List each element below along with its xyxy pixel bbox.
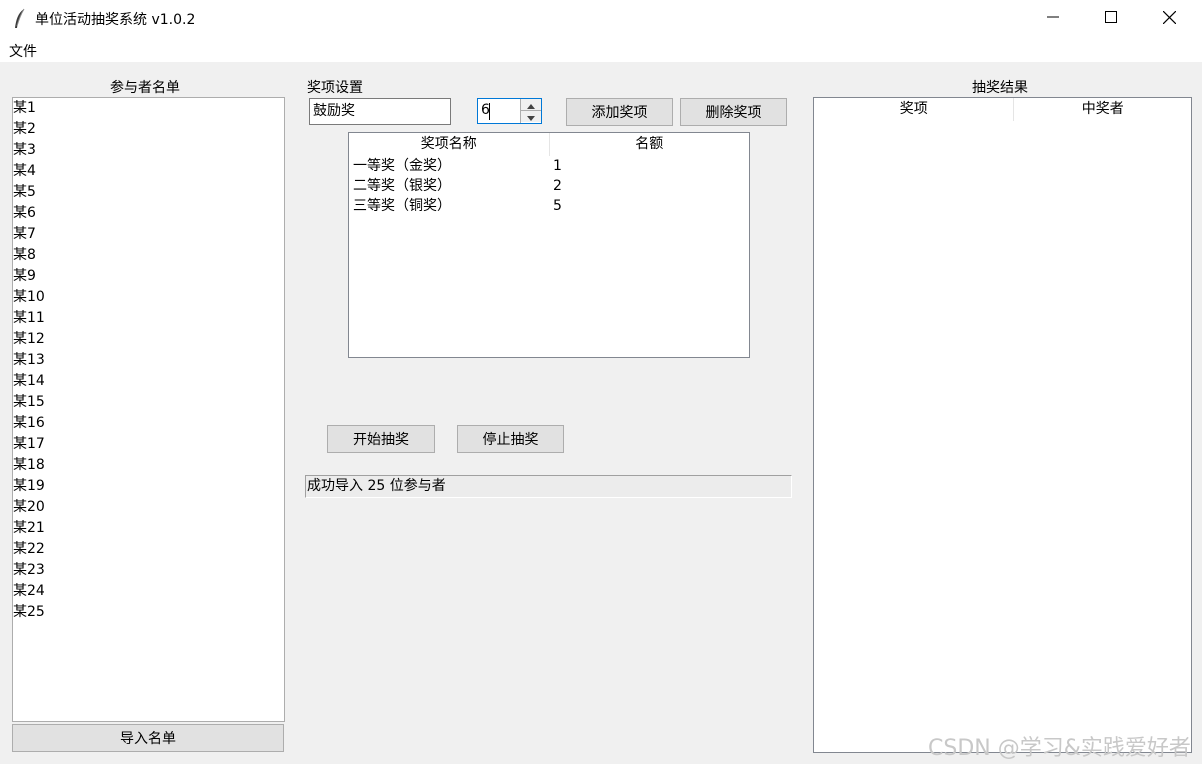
results-table[interactable]: 奖项 中奖者 — [813, 97, 1192, 753]
list-item[interactable]: 某11 — [13, 308, 284, 329]
maximize-button[interactable] — [1082, 0, 1140, 38]
spin-down-button[interactable] — [521, 110, 541, 122]
results-table-header: 奖项 中奖者 — [814, 98, 1191, 121]
table-row[interactable]: 一等奖（金奖） 1 — [349, 156, 749, 176]
menu-file[interactable]: 文件 — [9, 41, 37, 61]
list-item[interactable]: 某9 — [13, 266, 284, 287]
column-header-prize[interactable]: 奖项 — [814, 98, 1015, 121]
prize-name-input[interactable]: 鼓励奖 — [309, 98, 451, 125]
list-item[interactable]: 某3 — [13, 140, 284, 161]
prize-quota-cell: 2 — [553, 178, 562, 194]
list-item[interactable]: 某2 — [13, 119, 284, 140]
table-row[interactable]: 二等奖（银奖） 2 — [349, 176, 749, 196]
prize-settings-header: 奖项设置 — [307, 80, 363, 96]
text-caret — [489, 103, 490, 120]
list-item[interactable]: 某14 — [13, 371, 284, 392]
delete-prize-button[interactable]: 删除奖项 — [680, 98, 787, 126]
spin-arrows — [520, 99, 541, 123]
prize-table-body: 一等奖（金奖） 1 二等奖（银奖） 2 三等奖（铜奖） 5 — [349, 156, 749, 216]
list-item[interactable]: 某7 — [13, 224, 284, 245]
prize-name-cell: 二等奖（银奖） — [353, 178, 451, 194]
prize-quota-cell: 5 — [553, 198, 562, 214]
feather-icon — [10, 8, 30, 30]
list-item[interactable]: 某13 — [13, 350, 284, 371]
minimize-button[interactable] — [1024, 0, 1082, 38]
column-header-prize-name[interactable]: 奖项名称 — [349, 133, 550, 156]
status-label: 成功导入 25 位参与者 — [305, 475, 792, 498]
prize-name-cell: 一等奖（金奖） — [353, 158, 451, 174]
menu-bar: 文件 — [0, 38, 1202, 62]
list-item[interactable]: 某12 — [13, 329, 284, 350]
list-item[interactable]: 某18 — [13, 455, 284, 476]
list-item[interactable]: 某5 — [13, 182, 284, 203]
prize-table[interactable]: 奖项名称 名额 一等奖（金奖） 1 二等奖（银奖） 2 三等奖（铜奖） 5 — [348, 132, 750, 358]
list-item[interactable]: 某6 — [13, 203, 284, 224]
table-row[interactable]: 三等奖（铜奖） 5 — [349, 196, 749, 216]
list-item[interactable]: 某1 — [13, 98, 284, 119]
close-icon — [1162, 10, 1176, 28]
participants-header: 参与者名单 — [110, 80, 180, 96]
minimize-icon — [1047, 11, 1059, 27]
window-title: 单位活动抽奖系统 v1.0.2 — [35, 12, 196, 28]
list-item[interactable]: 某15 — [13, 392, 284, 413]
list-item[interactable]: 某17 — [13, 434, 284, 455]
import-list-button[interactable]: 导入名单 — [12, 724, 284, 752]
list-item[interactable]: 某24 — [13, 581, 284, 602]
start-draw-button[interactable]: 开始抽奖 — [327, 425, 435, 453]
prize-table-header: 奖项名称 名额 — [349, 133, 749, 156]
title-bar: 单位活动抽奖系统 v1.0.2 — [0, 0, 1202, 38]
prize-name-cell: 三等奖（铜奖） — [353, 198, 451, 214]
prize-count-spinbox[interactable]: 6 — [477, 98, 542, 124]
column-header-winner[interactable]: 中奖者 — [1014, 98, 1191, 121]
list-item[interactable]: 某16 — [13, 413, 284, 434]
maximize-icon — [1105, 11, 1117, 27]
arrow-down-icon — [527, 109, 535, 125]
list-item[interactable]: 某25 — [13, 602, 284, 623]
list-item[interactable]: 某21 — [13, 518, 284, 539]
close-button[interactable] — [1140, 0, 1198, 38]
stop-draw-button[interactable]: 停止抽奖 — [457, 425, 564, 453]
list-item[interactable]: 某19 — [13, 476, 284, 497]
list-item[interactable]: 某23 — [13, 560, 284, 581]
list-item[interactable]: 某10 — [13, 287, 284, 308]
csdn-watermark: CSDN @学习&实践爱好者 — [928, 736, 1191, 761]
list-item[interactable]: 某22 — [13, 539, 284, 560]
add-prize-button[interactable]: 添加奖项 — [566, 98, 673, 126]
prize-quota-cell: 1 — [553, 158, 562, 174]
list-item[interactable]: 某20 — [13, 497, 284, 518]
results-header: 抽奖结果 — [972, 80, 1028, 96]
list-item[interactable]: 某8 — [13, 245, 284, 266]
participants-listbox[interactable]: 某1 某2 某3 某4 某5 某6 某7 某8 某9 某10 某11 某12 某13 某14 某15 某16 某… — [12, 97, 285, 722]
column-header-quota[interactable]: 名额 — [550, 133, 750, 156]
list-item[interactable]: 某4 — [13, 161, 284, 182]
